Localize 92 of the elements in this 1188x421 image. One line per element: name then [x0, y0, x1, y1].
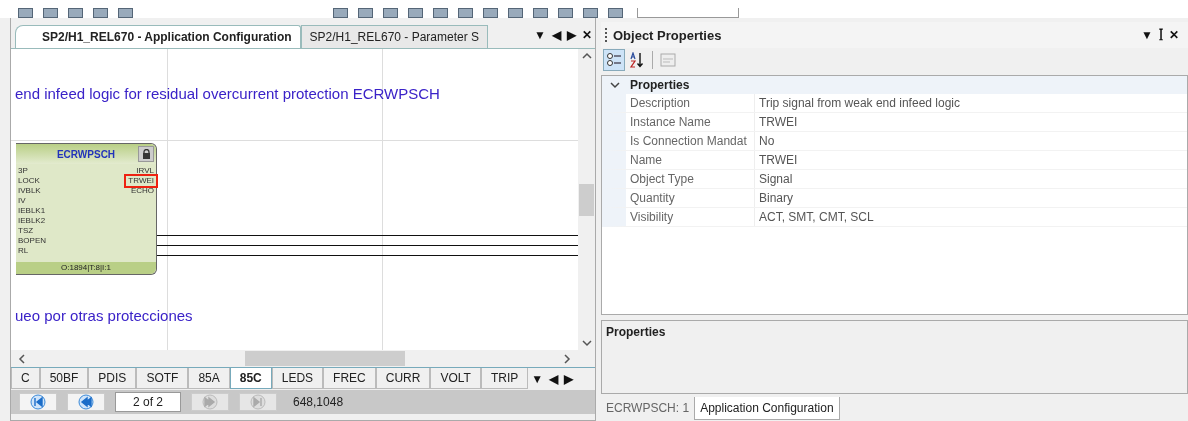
- property-pages-icon[interactable]: [658, 50, 678, 70]
- panel-control[interactable]: ✕: [1166, 28, 1182, 42]
- input-pin-label: IEBLK2: [17, 216, 47, 226]
- page-tab[interactable]: FREC: [323, 368, 376, 389]
- input-pin-label: BOPEN: [17, 236, 47, 246]
- tab-control[interactable]: ◀: [546, 372, 562, 386]
- input-pin-label: IVBLK: [17, 186, 42, 196]
- page-tab[interactable]: LEDS: [271, 368, 324, 389]
- tab-control[interactable]: ✕: [579, 28, 595, 42]
- description-title: Properties: [606, 325, 666, 339]
- block-footer: O:1894|T:8|I:1: [16, 262, 156, 274]
- coordinates-label: 648,1048: [293, 395, 344, 409]
- input-pin-label: LOCK: [17, 176, 41, 186]
- toolbar-icon[interactable]: [333, 8, 348, 18]
- panel-tab[interactable]: Application Configuration: [694, 397, 840, 420]
- property-value[interactable]: Trip signal from weak end infeed logic: [755, 94, 960, 112]
- toolbar-icon[interactable]: [508, 8, 523, 18]
- input-pin-label: 3P: [17, 166, 29, 176]
- filter-combo[interactable]: [637, 8, 739, 18]
- property-value[interactable]: TRWEI: [755, 151, 798, 169]
- property-value[interactable]: No: [755, 132, 775, 150]
- tab-control[interactable]: ◀: [549, 28, 564, 42]
- function-block[interactable]: ECRWPSCH 3P LOCK IVBLK IV IEBLK1 IEBLK2 TSZ BOPEN RL IRVL TRWEI ECHO O:1894|T:8|I:1: [16, 143, 157, 275]
- panel-control[interactable]: ꟾ: [1156, 26, 1166, 44]
- page-tab[interactable]: VOLT: [430, 368, 481, 389]
- tab-control[interactable]: ▼: [531, 28, 549, 42]
- diagram-text: ueo por otras protecciones: [15, 307, 193, 324]
- property-name[interactable]: Object Type: [626, 170, 755, 188]
- document-tab[interactable]: SP2/H1_REL670 - Application Configuration: [15, 25, 301, 48]
- property-value[interactable]: Signal: [755, 170, 793, 188]
- toolbar-icon[interactable]: [118, 8, 133, 18]
- page-tab[interactable]: PDIS: [88, 368, 137, 389]
- page-tab[interactable]: TRIP: [480, 368, 529, 389]
- property-name[interactable]: Quantity: [626, 189, 755, 207]
- document-tab[interactable]: SP2/H1_REL670 - Parameter S: [300, 25, 488, 48]
- property-value[interactable]: ACT, SMT, CMT, SCL: [755, 208, 874, 226]
- page-tab[interactable]: C: [11, 368, 40, 389]
- first-icon: [30, 394, 46, 410]
- toolbar-icon[interactable]: [583, 8, 598, 18]
- panel-title: Object Properties: [613, 27, 722, 43]
- scroll-thumb[interactable]: [579, 183, 594, 216]
- input-pin-label: IV: [17, 196, 27, 206]
- page-tab[interactable]: CURR: [375, 368, 431, 389]
- page-tab[interactable]: 85C: [229, 368, 272, 389]
- next-icon: [202, 394, 218, 410]
- diagram-title: end infeed logic for residual overcurrent protection ECRWPSCH: [15, 85, 440, 102]
- toolbar-icon[interactable]: [558, 8, 573, 18]
- toolbar-icon[interactable]: [608, 8, 623, 18]
- toolbar-icon[interactable]: [433, 8, 448, 18]
- page-tab[interactable]: 50BF: [39, 368, 89, 389]
- last-icon: [250, 394, 266, 410]
- tab-control[interactable]: ▶: [561, 372, 577, 386]
- page-tab[interactable]: SOTF: [136, 368, 189, 389]
- property-value[interactable]: Binary: [755, 189, 793, 207]
- panel-control[interactable]: ▼: [1138, 28, 1156, 42]
- category-label: Properties: [630, 78, 690, 92]
- property-name[interactable]: Name: [626, 151, 755, 169]
- scroll-thumb[interactable]: [244, 351, 405, 366]
- toolbar-icon[interactable]: [383, 8, 398, 18]
- toolbar-icon[interactable]: [408, 8, 423, 18]
- toolbar-icon[interactable]: [68, 8, 83, 18]
- block-name: ECRWPSCH: [56, 148, 116, 160]
- tab-control[interactable]: ▼: [528, 372, 547, 386]
- toolbar-icon[interactable]: [533, 8, 548, 18]
- toolbar-icon[interactable]: [43, 8, 58, 18]
- toolbar-icon[interactable]: [358, 8, 373, 18]
- property-name[interactable]: Description: [626, 94, 755, 112]
- navigation-button[interactable]: [19, 393, 57, 411]
- output-pin-label[interactable]: ECHO: [128, 186, 156, 196]
- toolbar-icon[interactable]: [93, 8, 108, 18]
- page-tab[interactable]: 85A: [188, 368, 230, 389]
- prev-icon: [78, 394, 94, 410]
- collapse-icon[interactable]: [610, 81, 620, 89]
- tab-control[interactable]: ▶: [564, 28, 579, 42]
- property-name[interactable]: Is Connection Mandat: [626, 132, 755, 150]
- output-pin-label[interactable]: IRVL: [134, 166, 156, 176]
- scroll-left-icon[interactable]: [17, 352, 27, 365]
- toolbar-icon[interactable]: [458, 8, 473, 18]
- toolbar-icon[interactable]: [483, 8, 498, 18]
- property-name[interactable]: Instance Name: [626, 113, 755, 131]
- input-pin-label: RL: [17, 246, 30, 256]
- property-value[interactable]: TRWEI: [755, 113, 798, 131]
- lock-icon[interactable]: [138, 146, 154, 162]
- scroll-right-icon[interactable]: [562, 352, 572, 365]
- page-field[interactable]: 2 of 2: [115, 392, 181, 412]
- navigation-button[interactable]: [67, 393, 105, 411]
- categorized-icon[interactable]: [603, 49, 625, 71]
- input-pin-label: TSZ: [17, 226, 35, 236]
- toolbar-icon[interactable]: [18, 8, 33, 18]
- input-pin-label: IEBLK1: [17, 206, 47, 216]
- output-pin-label[interactable]: TRWEI: [126, 176, 156, 186]
- property-name[interactable]: Visibility: [626, 208, 755, 226]
